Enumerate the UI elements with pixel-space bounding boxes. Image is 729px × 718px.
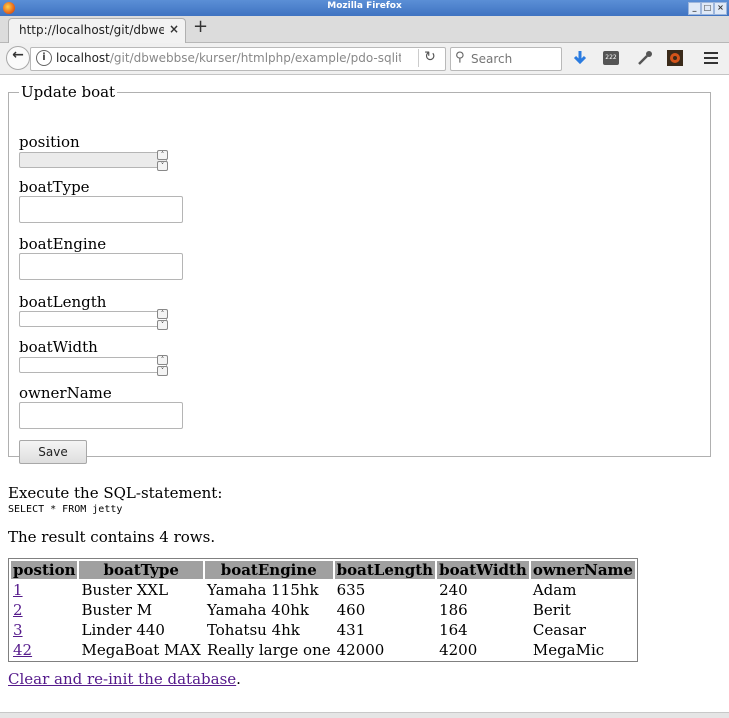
url-path: /git/dbwebbse/kurser/htmlphp/example/pdo… xyxy=(109,51,401,65)
row-position-link[interactable]: 3 xyxy=(13,621,23,639)
boatwidth-label: boatWidth xyxy=(19,338,98,356)
position-spinner: ˄ ˅ xyxy=(157,150,168,171)
table-cell: MegaBoat MAX xyxy=(81,641,201,659)
table-cell: Tohatsu 4hk xyxy=(206,621,300,639)
column-header: postion xyxy=(11,561,78,579)
tab-title: http://localhost/git/dbwebbse/kurser/htm… xyxy=(19,23,164,37)
ownername-label: ownerName xyxy=(19,384,112,402)
row-position-link[interactable]: 1 xyxy=(13,581,23,599)
info-icon[interactable]: i xyxy=(36,50,52,66)
column-header: boatEngine xyxy=(204,561,333,579)
table-cell: 186 xyxy=(439,601,468,619)
column-header: boatType xyxy=(79,561,203,579)
boatengine-input[interactable] xyxy=(19,253,183,280)
tab-strip: http://localhost/git/dbwebbse/kurser/htm… xyxy=(0,16,729,43)
table-cell: MegaMic xyxy=(532,641,605,659)
table-row: 42 MegaBoat MAX Really large one 42000 4… xyxy=(11,641,635,659)
table-cell: Yamaha 40hk xyxy=(206,601,309,619)
clear-database-link[interactable]: Clear and re-init the database xyxy=(8,670,236,688)
column-header: boatWidth xyxy=(437,561,529,579)
addon-icon[interactable] xyxy=(666,49,684,67)
position-label: position xyxy=(19,133,80,151)
minimize-icon[interactable]: _ xyxy=(688,2,701,15)
tab-close-icon[interactable]: × xyxy=(169,22,179,36)
update-boat-form: Update boat position ˄ ˅ boatType boatEng… xyxy=(8,83,711,464)
horizontal-scrollbar[interactable] xyxy=(0,712,729,718)
search-icon: ⚲ xyxy=(455,50,465,65)
table-cell: Buster M xyxy=(81,601,153,619)
ownername-input[interactable] xyxy=(19,402,183,429)
table-cell: 431 xyxy=(336,621,366,639)
table-row: 1 Buster XXL Yamaha 115hk 635 240 Adam xyxy=(11,581,635,599)
save-button[interactable]: Save xyxy=(19,440,87,464)
table-cell: Buster XXL xyxy=(81,581,169,599)
navigation-bar: ← i localhost/git/dbwebbse/kurser/htmlph… xyxy=(0,43,729,75)
tab-active[interactable]: http://localhost/git/dbwebbse/kurser/htm… xyxy=(8,18,186,43)
table-cell: Yamaha 115hk xyxy=(206,581,319,599)
maximize-icon[interactable]: □ xyxy=(701,2,714,15)
window-title: Mozilla Firefox xyxy=(327,1,402,11)
page-content: Update boat position ˄ ˅ boatType boatEng… xyxy=(0,75,729,717)
eyedropper-icon[interactable] xyxy=(636,49,654,67)
sql-statement: SELECT * FROM jetty xyxy=(8,504,123,515)
address-bar[interactable]: i localhost/git/dbwebbse/kurser/htmlphp/… xyxy=(30,47,446,71)
download-icon[interactable] xyxy=(571,49,589,67)
hamburger-menu-icon[interactable] xyxy=(702,49,720,67)
boattype-label: boatType xyxy=(19,178,90,196)
row-position-link[interactable]: 42 xyxy=(13,641,32,659)
boattype-input[interactable] xyxy=(19,196,183,223)
row-position-link[interactable]: 2 xyxy=(13,601,23,619)
table-cell: Really large one xyxy=(206,641,331,659)
sql-intro-text: Execute the SQL-statement: xyxy=(8,484,223,502)
back-arrow-icon[interactable]: ← xyxy=(6,46,30,70)
table-row: 3 Linder 440 Tohatsu 4hk 431 164 Ceasar xyxy=(11,621,635,639)
clear-suffix: . xyxy=(236,670,241,688)
boatwidth-input[interactable]: ˄ ˅ xyxy=(19,355,168,376)
table-cell: Linder 440 xyxy=(81,621,165,639)
boatwidth-spinner[interactable]: ˄ ˅ xyxy=(157,355,168,376)
table-cell: 240 xyxy=(439,581,468,599)
table-cell: Berit xyxy=(532,601,571,619)
result-table: postion boatType boatEngine boatLength b… xyxy=(8,558,638,662)
new-tab-icon[interactable]: + xyxy=(193,16,208,37)
clear-database-paragraph: Clear and re-init the database. xyxy=(8,670,241,688)
result-count-text: The result contains 4 rows. xyxy=(8,528,216,546)
table-cell: 460 xyxy=(336,601,366,619)
column-header: ownerName xyxy=(530,561,635,579)
column-header: boatLength xyxy=(334,561,436,579)
reload-icon[interactable]: ↻ xyxy=(418,49,441,67)
table-row: 2 Buster M Yamaha 40hk 460 186 Berit xyxy=(11,601,635,619)
table-cell: 4200 xyxy=(439,641,478,659)
url-host: localhost xyxy=(56,51,110,65)
table-cell: Ceasar xyxy=(532,621,586,639)
boatengine-label: boatEngine xyxy=(19,235,107,253)
close-window-icon[interactable]: × xyxy=(714,2,727,15)
boatlength-input[interactable]: ˄ ˅ xyxy=(19,309,168,330)
table-cell: Adam xyxy=(532,581,577,599)
window-titlebar: Mozilla Firefox _ □ × xyxy=(0,0,729,16)
table-cell: 164 xyxy=(439,621,468,639)
search-bar[interactable]: ⚲ xyxy=(450,47,562,71)
form-legend: Update boat xyxy=(21,83,116,101)
table-cell: 635 xyxy=(336,581,366,599)
url-text[interactable]: localhost/git/dbwebbse/kurser/htmlphp/ex… xyxy=(56,51,401,65)
boatlength-label: boatLength xyxy=(19,293,107,311)
table-cell: 42000 xyxy=(336,641,385,659)
position-input: ˄ ˅ xyxy=(19,150,168,171)
counter-badge-icon[interactable]: 222 xyxy=(603,51,619,65)
search-input[interactable] xyxy=(469,51,561,67)
boatlength-spinner[interactable]: ˄ ˅ xyxy=(157,309,168,330)
table-header-row: postion boatType boatEngine boatLength b… xyxy=(11,561,635,579)
